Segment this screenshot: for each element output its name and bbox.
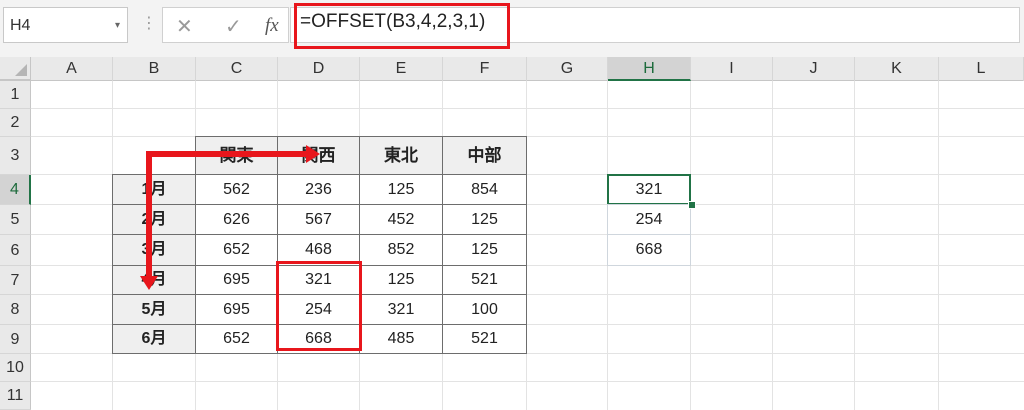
offset-arrows (140, 145, 320, 290)
right-arrow-head-icon (306, 145, 320, 163)
offset-arrow-path (146, 151, 306, 280)
down-arrow-head-icon (140, 276, 158, 290)
